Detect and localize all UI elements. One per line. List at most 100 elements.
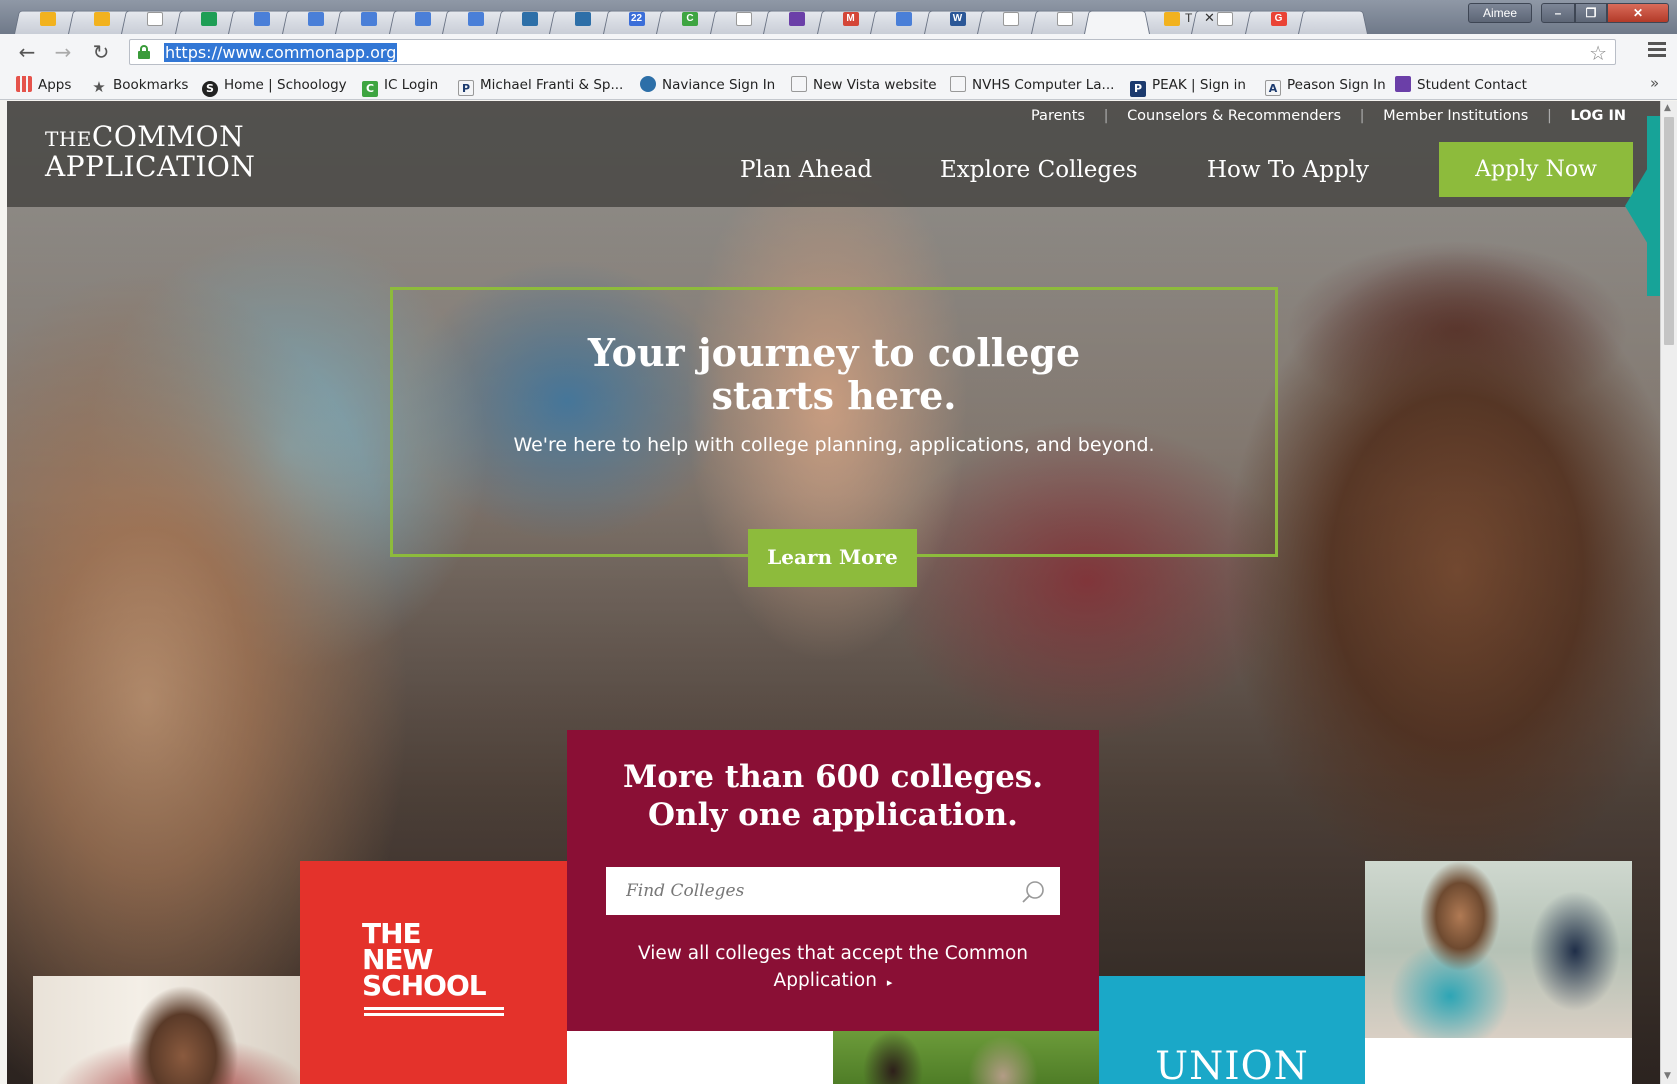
blank-page-icon: [1217, 12, 1233, 26]
annotation-arrow-body: [1647, 116, 1660, 296]
bookmark-item[interactable]: Apps: [16, 74, 71, 96]
blank-page-icon: [950, 76, 966, 92]
forward-arrow-icon[interactable]: →: [50, 40, 76, 64]
bookmark-star-icon[interactable]: ☆: [1589, 41, 1607, 65]
util-link-counselors[interactable]: Counselors & Recommenders: [1127, 108, 1341, 124]
bookmark-item[interactable]: Naviance Sign In: [640, 74, 775, 96]
calendar-icon: 22: [628, 12, 645, 26]
address-bar[interactable]: https://www.commonapp.org ☆: [129, 39, 1616, 65]
scroll-down-arrow-icon[interactable]: ▼: [1664, 1071, 1671, 1081]
bookmark-label: IC Login: [384, 77, 439, 93]
tab-close-icon[interactable]: ✕: [1204, 10, 1215, 26]
divider: |: [1359, 108, 1365, 124]
bookmark-label: Bookmarks: [113, 77, 189, 93]
peak-icon: P: [1130, 81, 1146, 97]
pandora-icon: P: [458, 80, 474, 96]
bookmark-item[interactable]: New Vista website: [791, 74, 937, 96]
active-tab[interactable]: [1084, 10, 1150, 34]
ic-icon: C: [682, 12, 698, 26]
bookmark-item[interactable]: ★ Bookmarks: [91, 74, 188, 96]
college-search-panel: More than 600 colleges. Only one applica…: [567, 730, 1099, 1031]
union-college-tile[interactable]: UNION: [1099, 976, 1365, 1084]
active-tab-label[interactable]: T: [1185, 11, 1192, 25]
schoology-icon: S: [202, 81, 218, 97]
scroll-thumb[interactable]: [1664, 117, 1674, 345]
nav-plan-ahead[interactable]: Plan Ahead: [740, 157, 872, 183]
bookmark-item[interactable]: S Home | Schoology: [202, 74, 347, 97]
browser-menu-icon[interactable]: [1648, 42, 1666, 60]
bookmark-item[interactable]: P Michael Franti & Sp...: [458, 74, 623, 96]
bookmark-label: New Vista website: [813, 77, 937, 93]
docs-icon: [254, 12, 270, 26]
minimize-button[interactable]: –: [1541, 3, 1575, 23]
page-viewport: THECOMMON APPLICATION Parents | Counselo…: [7, 101, 1660, 1084]
nav-explore-colleges[interactable]: Explore Colleges: [940, 157, 1138, 183]
hero-subtitle: We're here to help with college planning…: [513, 434, 1155, 456]
back-arrow-icon[interactable]: ←: [14, 40, 40, 64]
new-school-underline: [364, 1007, 504, 1019]
globe-icon: [521, 12, 538, 26]
google-icon: G: [1270, 12, 1287, 26]
docs-icon: [414, 12, 431, 26]
globe-icon: [575, 12, 591, 26]
bookmark-item[interactable]: A Peason Sign In: [1265, 74, 1386, 96]
view-all-colleges-link[interactable]: View all colleges that accept the Common…: [597, 940, 1069, 996]
hero-title: Your journey to college starts here.: [587, 330, 1081, 418]
bookmark-label: Home | Schoology: [224, 77, 347, 93]
slides-icon: [93, 12, 110, 26]
bookmark-item[interactable]: C IC Login: [362, 74, 439, 97]
util-link-parents[interactable]: Parents: [1031, 108, 1085, 124]
blank-tile: [1365, 1038, 1632, 1084]
new-school-tile[interactable]: THE NEW SCHOOL: [300, 861, 567, 1084]
blank-page-icon: [1056, 12, 1073, 26]
new-tab-button[interactable]: [1298, 10, 1368, 34]
window-close-button[interactable]: ✕: [1607, 3, 1669, 23]
hero-frame: [390, 287, 1278, 557]
url-text[interactable]: https://www.commonapp.org: [164, 43, 398, 62]
page-scrollbar[interactable]: ▲ ▼: [1660, 101, 1677, 1084]
new-school-logo: THE NEW SCHOOL: [362, 917, 487, 1002]
find-colleges-box: [606, 867, 1060, 915]
find-colleges-input[interactable]: [606, 867, 1016, 915]
star-icon: ★: [92, 78, 106, 96]
bookmark-item[interactable]: Student Contact: [1395, 74, 1527, 96]
bookmarks-overflow-icon[interactable]: »: [1650, 74, 1659, 92]
docs-icon: [307, 12, 324, 26]
bookmark-label: NVHS Computer La...: [972, 77, 1115, 93]
bookmark-label: Naviance Sign In: [662, 77, 776, 93]
docs-icon: [896, 12, 912, 26]
profile-button[interactable]: Aimee: [1468, 3, 1532, 23]
sheets-icon: [200, 12, 217, 26]
bookmark-item[interactable]: NVHS Computer La...: [950, 74, 1114, 96]
bookmark-label: PEAK | Sign in: [1152, 77, 1246, 93]
bookmark-item[interactable]: P PEAK | Sign in: [1130, 74, 1246, 97]
util-link-members[interactable]: Member Institutions: [1383, 108, 1528, 124]
scroll-up-arrow-icon[interactable]: ▲: [1664, 103, 1671, 113]
union-logo-text: UNION: [1155, 1044, 1309, 1084]
common-app-logo[interactable]: THECOMMON APPLICATION: [45, 123, 255, 181]
pearson-icon: A: [1265, 80, 1281, 96]
bookmark-label: Michael Franti & Sp...: [480, 77, 624, 93]
forms-icon: [1395, 76, 1411, 92]
divider: |: [1546, 108, 1552, 124]
utility-nav: Parents | Counselors & Recommenders | Me…: [1031, 108, 1626, 124]
maximize-button[interactable]: ❐: [1575, 3, 1607, 23]
globe-icon: [640, 76, 656, 92]
student-photo-tile[interactable]: [33, 976, 300, 1084]
docs-icon: [468, 12, 484, 26]
login-link[interactable]: LOG IN: [1570, 108, 1626, 124]
blank-page-icon: [1003, 12, 1019, 26]
apps-grid-icon: [16, 76, 32, 92]
campus-photo-tile[interactable]: [833, 1031, 1099, 1084]
search-icon[interactable]: [1020, 879, 1046, 905]
learn-more-button[interactable]: Learn More: [748, 529, 917, 587]
blank-tile: [567, 1031, 833, 1084]
students-photo-tile[interactable]: [1365, 861, 1632, 1038]
lock-icon: [138, 45, 150, 59]
reload-icon[interactable]: ↻: [88, 40, 114, 64]
blank-page-icon: [791, 76, 807, 92]
nav-how-to-apply[interactable]: How To Apply: [1207, 157, 1369, 183]
apply-now-button[interactable]: Apply Now: [1439, 142, 1633, 197]
drive-icon: [1163, 12, 1180, 26]
college-search-heading: More than 600 colleges. Only one applica…: [622, 759, 1044, 833]
